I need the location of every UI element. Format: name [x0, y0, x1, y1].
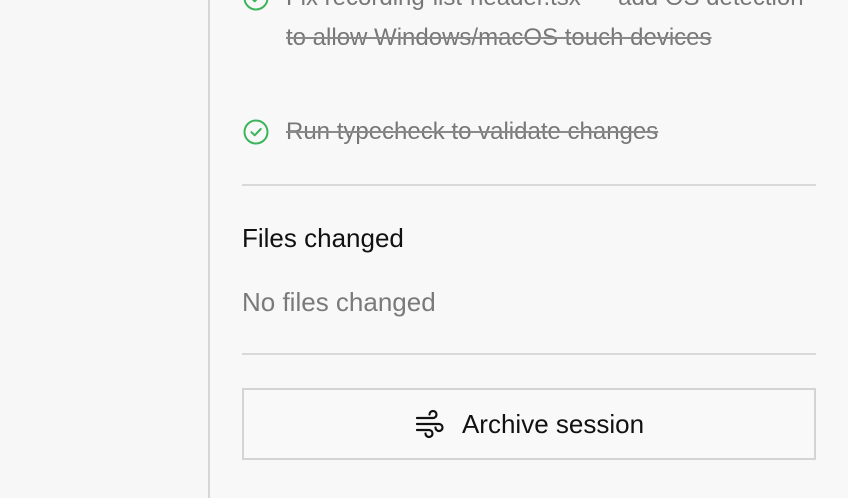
task-label: Run typecheck to validate changes: [286, 118, 659, 145]
section-divider: [242, 353, 816, 355]
archive-session-label: Archive session: [461, 409, 645, 439]
task-item: Fix recording-list-header.tsx — add OS d…: [242, 0, 816, 58]
wind-icon: [415, 410, 444, 438]
section-divider: [242, 184, 816, 186]
session-panel: Fix recording-list-header.tsx — add OS d…: [242, 0, 816, 498]
files-changed-empty: No files changed: [242, 287, 436, 317]
check-circle-icon: [243, 0, 269, 11]
files-changed-title: Files changed: [242, 223, 404, 253]
app-window: Fix recording-list-header.tsx — add OS d…: [0, 0, 848, 498]
check-circle-icon: [243, 119, 269, 145]
task-label: Fix recording-list-header.tsx — add OS d…: [286, 0, 804, 51]
sidebar: [0, 0, 208, 498]
sidebar-divider: [208, 0, 210, 498]
archive-session-button[interactable]: Archive session: [242, 388, 816, 460]
task-item: Run typecheck to validate changes: [242, 112, 816, 152]
